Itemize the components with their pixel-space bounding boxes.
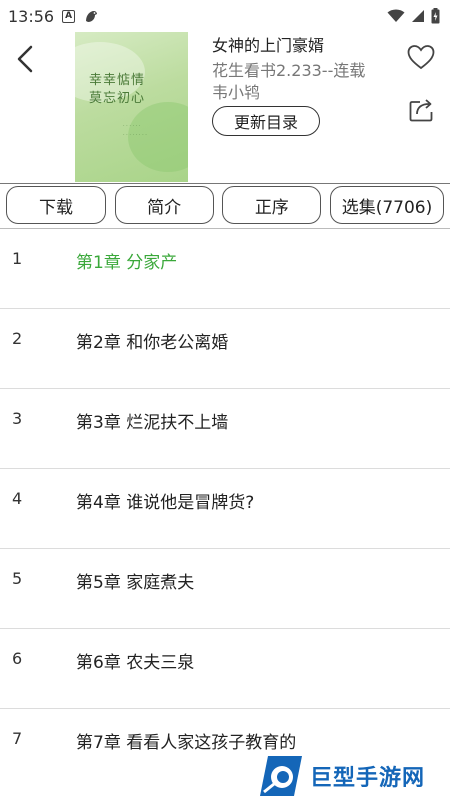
heart-icon[interactable] xyxy=(407,44,435,70)
watermark-logo-icon xyxy=(260,756,302,796)
chapter-title: 第1章 分家产 xyxy=(76,253,178,273)
download-button[interactable]: 下载 xyxy=(6,186,106,224)
action-tabs: 下载 简介 正序 选集(7706) xyxy=(0,186,450,226)
chapter-title: 第2章 和你老公离婚 xyxy=(76,333,229,353)
chapter-number: 5 xyxy=(12,569,23,588)
sort-order-button[interactable]: 正序 xyxy=(222,186,322,224)
chapter-number: 6 xyxy=(12,649,23,668)
chapter-title: 第7章 看看人家这孩子教育的 xyxy=(76,733,297,753)
chapter-row[interactable]: 5 第5章 家庭煮夫 xyxy=(0,548,450,628)
chapter-number: 2 xyxy=(12,329,23,348)
chapter-number: 7 xyxy=(12,729,23,748)
chapter-title: 第3章 烂泥扶不上墙 xyxy=(76,413,229,433)
chapter-number: 3 xyxy=(12,409,23,428)
bird-icon xyxy=(86,11,98,22)
book-title: 女神的上门豪婿 xyxy=(212,36,325,55)
signal-icon xyxy=(412,10,424,22)
chapter-number: 4 xyxy=(12,489,23,508)
watermark-text: 巨型手游网 xyxy=(310,766,426,791)
battery-icon xyxy=(431,8,440,24)
chapter-row[interactable]: 6 第6章 农夫三泉 xyxy=(0,628,450,708)
status-time: 13:56 xyxy=(8,6,55,26)
share-icon[interactable] xyxy=(409,98,435,122)
chapter-title: 第4章 谁说他是冒牌货? xyxy=(76,493,255,513)
chapter-list: 1 第1章 分家产 2 第2章 和你老公离婚 3 第3章 烂泥扶不上墙 4 第4… xyxy=(0,228,450,788)
back-arrow-icon[interactable] xyxy=(14,44,38,74)
wifi-icon xyxy=(387,9,405,22)
chapter-row[interactable]: 3 第3章 烂泥扶不上墙 xyxy=(0,388,450,468)
intro-button[interactable]: 简介 xyxy=(114,186,214,224)
chapter-number: 1 xyxy=(12,249,23,268)
book-author: 韦小鸨 xyxy=(212,83,261,102)
book-cover[interactable]: 幸幸惦情 莫忘初心 · · · · · · · · · · · · · · xyxy=(75,32,188,182)
chapter-row[interactable]: 4 第4章 谁说他是冒牌货? xyxy=(0,468,450,548)
cover-small-text: · · · · · · · · · · · · · · xyxy=(123,123,147,138)
chapter-title: 第5章 家庭煮夫 xyxy=(76,573,195,593)
header-divider xyxy=(0,183,450,184)
book-source: 花生看书2.233--连载 xyxy=(212,61,366,80)
a-box-icon: A xyxy=(62,9,76,23)
chapter-row[interactable]: 2 第2章 和你老公离婚 xyxy=(0,308,450,388)
chapter-row[interactable]: 1 第1章 分家产 xyxy=(0,228,450,308)
cover-title-art: 幸幸惦情 莫忘初心 xyxy=(89,73,146,106)
status-bar: 13:56 A xyxy=(0,0,450,32)
select-chapters-button[interactable]: 选集(7706) xyxy=(329,186,444,224)
chapter-title: 第6章 农夫三泉 xyxy=(76,653,195,673)
watermark: 巨型手游网 xyxy=(258,752,450,800)
update-catalog-button[interactable]: 更新目录 xyxy=(212,106,320,136)
book-header: 幸幸惦情 莫忘初心 · · · · · · · · · · · · · · 女神… xyxy=(0,32,450,182)
